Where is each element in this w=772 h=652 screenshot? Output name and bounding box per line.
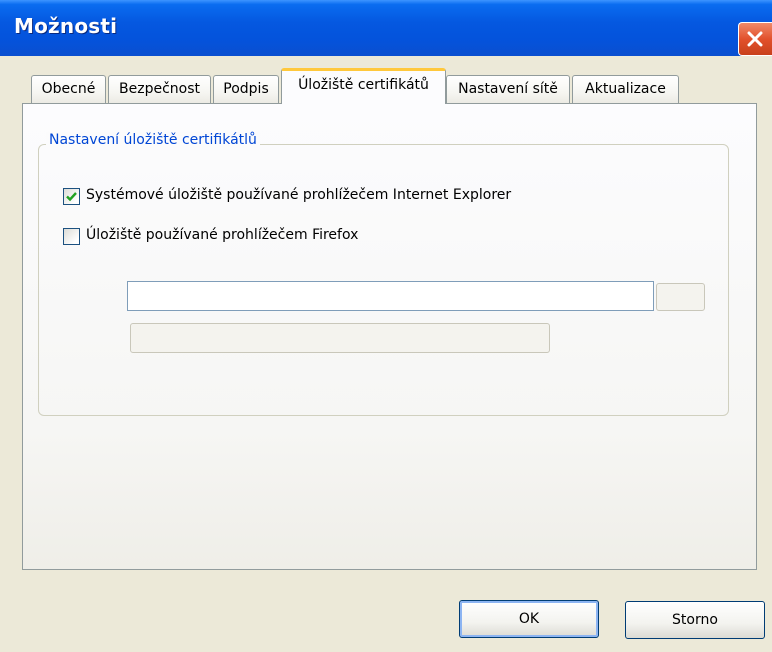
tab-label: Podpis <box>223 81 269 97</box>
title-bar[interactable]: Možnosti <box>0 0 772 56</box>
disabled-field <box>130 323 550 353</box>
tab-label: Obecné <box>41 81 96 97</box>
group-title: Nastavení úložiště certifikátlů <box>46 132 260 148</box>
browse-button[interactable] <box>656 283 705 311</box>
tab-label: Aktualizace <box>585 81 666 97</box>
certificate-store-group <box>38 144 729 416</box>
ie-store-checkbox[interactable] <box>63 188 80 205</box>
firefox-profile-path-input[interactable] <box>127 281 654 311</box>
firefox-store-checkbox[interactable] <box>63 228 80 245</box>
tab-obecne[interactable]: Obecné <box>31 75 106 103</box>
tab-label: Nastavení sítě <box>458 81 558 97</box>
options-dialog: Možnosti Obecné Bezpečnost Podpis Úložiš… <box>0 0 772 652</box>
cancel-button[interactable]: Storno <box>625 601 765 639</box>
tab-podpis[interactable]: Podpis <box>213 75 279 103</box>
tab-bezpecnost[interactable]: Bezpečnost <box>108 75 211 103</box>
close-icon <box>747 31 763 47</box>
firefox-store-label[interactable]: Úložiště používané prohlížečem Firefox <box>86 227 358 243</box>
close-button[interactable] <box>738 22 772 56</box>
tab-aktualizace[interactable]: Aktualizace <box>572 75 679 103</box>
tab-label: Bezpečnost <box>119 81 200 97</box>
tab-label: Úložiště certifikátů <box>298 77 429 93</box>
ok-button[interactable]: OK <box>459 600 599 638</box>
cancel-label: Storno <box>672 612 718 628</box>
window-title: Možnosti <box>14 14 118 38</box>
ie-store-label[interactable]: Systémové úložiště používané prohlížečem… <box>86 187 511 203</box>
ok-label: OK <box>518 611 540 627</box>
checkmark-icon <box>66 192 77 202</box>
tab-nastaveni-site[interactable]: Nastavení sítě <box>446 75 570 103</box>
tab-uloziste-certifikatu[interactable]: Úložiště certifikátů <box>281 68 446 104</box>
